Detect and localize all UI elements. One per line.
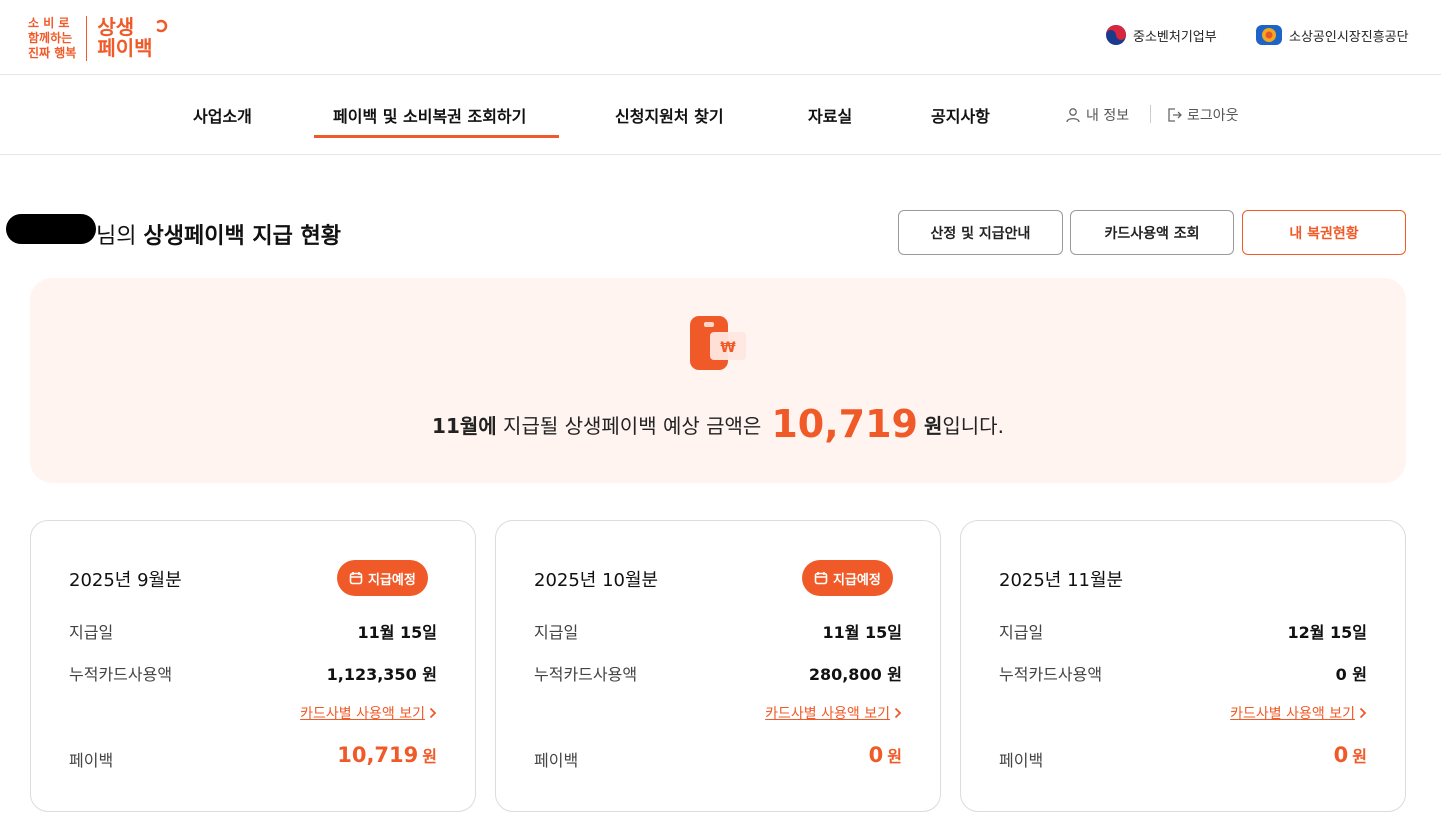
status-badge-label: 지급예정	[833, 572, 881, 588]
org-name: 소상공인시장진흥공단	[1289, 29, 1409, 45]
payback-value: 0원	[869, 743, 902, 767]
payback-label: 페이백	[69, 751, 114, 770]
my-lottery-button[interactable]: 내 복권현황	[1242, 210, 1406, 255]
logo-brand: 상생 페이백	[97, 17, 168, 59]
payback-unit: 원	[887, 747, 902, 766]
card-usage-button[interactable]: 카드사용액 조회	[1070, 210, 1234, 255]
month-card: 2025년 11월분 지급일 12월 15일 누적카드사용액 0 원 카드사별 …	[960, 520, 1406, 812]
card-usage-label: 누적카드사용액	[69, 665, 173, 684]
card-usage-detail-link[interactable]: 카드사별 사용액 보기	[765, 703, 902, 723]
card-usage-detail-label: 카드사별 사용액 보기	[1230, 706, 1355, 722]
calendar-icon	[349, 572, 363, 585]
chevron-right-icon	[894, 707, 902, 719]
summary-amount: 10,719	[771, 402, 918, 446]
card-usage-detail-link[interactable]: 카드사별 사용액 보기	[300, 703, 437, 723]
main-nav: 사업소개 페이백 및 소비복권 조회하기 신청지원처 찾기 자료실 공지사항 내…	[0, 75, 1441, 155]
month-card: 2025년 10월분 지급예정 지급일 11월 15일 누적카드사용액 280,…	[495, 520, 941, 812]
nav-item-notices[interactable]: 공지사항	[931, 103, 990, 127]
wallet-won-icon: ₩	[690, 316, 746, 370]
slogan-line: 진짜 행복	[28, 45, 77, 60]
util-divider	[1150, 105, 1151, 123]
status-badge: 지급예정	[337, 560, 428, 596]
slogan-line: 함께하는	[28, 30, 73, 45]
payback-label: 페이백	[999, 751, 1044, 770]
pay-date-value: 11월 15일	[357, 623, 437, 642]
org-mss[interactable]: 중소벤처기업부	[1105, 24, 1217, 46]
brand-line: 상생	[97, 15, 135, 39]
nav-item-payback-lottery[interactable]: 페이백 및 소비복권 조회하기	[333, 103, 526, 127]
page-title: 님의 상생페이백 지급 현황	[96, 218, 341, 250]
payback-amount: 0	[868, 743, 884, 767]
payback-summary-banner: ₩ 11월에 지급될 상생페이백 예상 금액은 10,719 원입니다.	[30, 278, 1406, 483]
card-usage-value: 0 원	[1335, 665, 1367, 684]
nav-item-find-office[interactable]: 신청지원처 찾기	[615, 103, 724, 127]
title-main: 상생페이백 지급 현황	[143, 224, 341, 249]
payback-amount: 10,719	[337, 743, 419, 767]
pay-date-label: 지급일	[999, 623, 1044, 642]
summary-unit: 원	[923, 414, 943, 438]
nav-active-indicator	[314, 135, 559, 138]
card-usage-value: 280,800 원	[808, 665, 902, 684]
payback-unit: 원	[1352, 747, 1367, 766]
pay-date-label: 지급일	[69, 623, 114, 642]
card-period: 2025년 11월분	[999, 570, 1124, 591]
payback-value: 0원	[1334, 743, 1367, 767]
card-usage-detail-link[interactable]: 카드사별 사용액 보기	[1230, 703, 1367, 723]
card-usage-label: 누적카드사용액	[999, 665, 1103, 684]
site-logo[interactable]: 소 비 로 함께하는 진짜 행복 상생 페이백	[28, 14, 169, 62]
card-usage-label: 누적카드사용액	[534, 665, 638, 684]
calculation-guide-button[interactable]: 산정 및 지급안내	[898, 210, 1063, 255]
redacted-user-name	[6, 214, 96, 244]
payback-value: 10,719 원	[337, 743, 437, 767]
org-semas[interactable]: 소상공인시장진흥공단	[1255, 24, 1409, 46]
my-info-label: 내 정보	[1086, 108, 1130, 124]
top-header: 소 비 로 함께하는 진짜 행복 상생 페이백 중소벤처기업부 소상공인시장진흥…	[0, 0, 1441, 75]
slogan-line: 소 비 로	[28, 15, 70, 30]
pay-date-value: 11월 15일	[822, 623, 902, 642]
logo-slogan: 소 비 로 함께하는 진짜 행복	[28, 15, 88, 61]
brand-line: 페이백	[97, 36, 153, 60]
title-prefix: 님의	[96, 224, 137, 249]
summary-text: 11월에 지급될 상생페이백 예상 금액은 10,719 원입니다.	[30, 402, 1406, 446]
user-icon	[1066, 108, 1080, 123]
org-name: 중소벤처기업부	[1133, 29, 1217, 45]
pay-date-value: 12월 15일	[1287, 623, 1367, 642]
month-card: 2025년 9월분 지급예정 지급일 11월 15일 누적카드사용액 1,123…	[30, 520, 476, 812]
card-period: 2025년 10월분	[534, 570, 659, 591]
card-usage-value: 1,123,350 원	[326, 665, 437, 684]
status-badge: 지급예정	[802, 560, 893, 596]
svg-text:₩: ₩	[720, 340, 736, 356]
logout-label: 로그아웃	[1187, 108, 1239, 124]
card-usage-detail-label: 카드사별 사용액 보기	[300, 706, 425, 722]
logout-link[interactable]: 로그아웃	[1166, 105, 1239, 125]
semas-logo-icon	[1256, 25, 1282, 45]
payback-unit: 원	[422, 747, 437, 766]
nav-item-about[interactable]: 사업소개	[193, 103, 252, 127]
summary-suffix: 입니다.	[942, 414, 1004, 438]
my-info-link[interactable]: 내 정보	[1065, 105, 1129, 125]
taegeuk-icon	[1106, 25, 1126, 45]
chevron-right-icon	[1359, 707, 1367, 719]
summary-desc: 지급될 상생페이백 예상 금액은	[503, 414, 762, 438]
nav-item-resources[interactable]: 자료실	[808, 103, 852, 127]
payback-label: 페이백	[534, 751, 579, 770]
status-badge-label: 지급예정	[368, 572, 416, 588]
chevron-right-icon	[429, 707, 437, 719]
logout-icon	[1168, 108, 1182, 122]
payback-amount: 0	[1333, 743, 1349, 767]
brand-arc-icon	[156, 19, 167, 33]
card-usage-detail-label: 카드사별 사용액 보기	[765, 706, 890, 722]
calendar-icon	[814, 572, 828, 585]
summary-month: 11월에	[432, 414, 497, 438]
card-period: 2025년 9월분	[69, 570, 182, 591]
pay-date-label: 지급일	[534, 623, 579, 642]
